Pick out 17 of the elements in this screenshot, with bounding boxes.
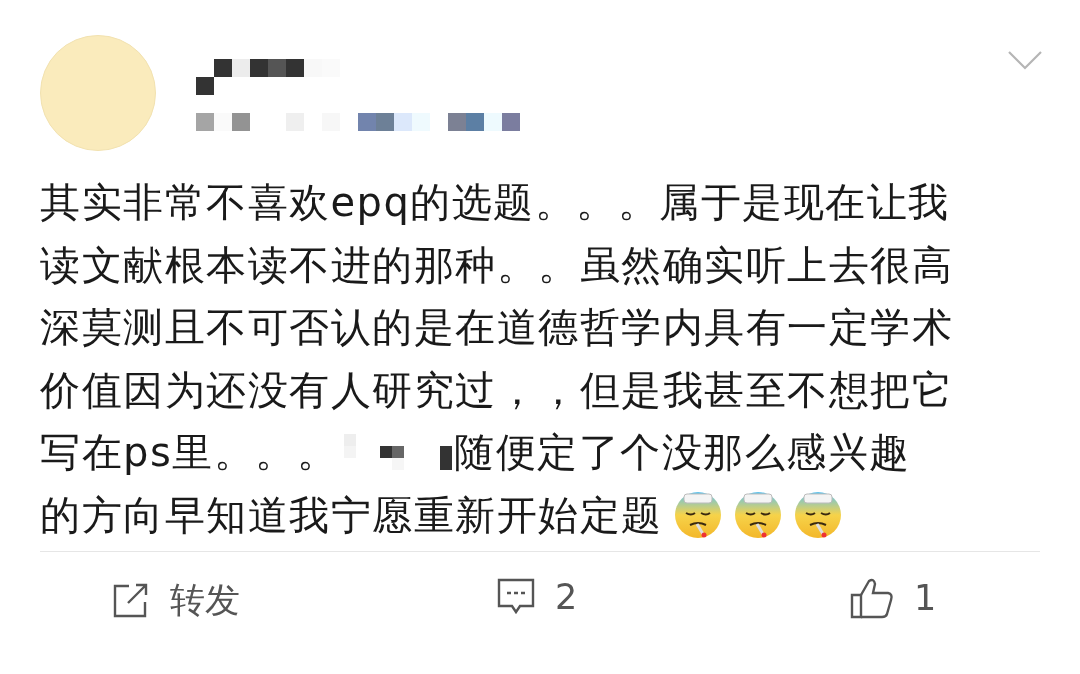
sick-face-icon [672,489,723,540]
post-text: 深莫测且不可否认的是在道德哲学内具有一定学术 [40,303,953,352]
sick-face-icon [732,489,783,540]
comment-button[interactable]: 2 [497,577,578,617]
post-text: 其实非常不喜欢epq的选题。。。属于是现在让我 [40,178,950,227]
like-button[interactable]: 1 [850,577,937,619]
sick-face-icon [792,489,843,540]
post-text: 的方向早知道我宁愿重新开始定题 [40,490,663,540]
comment-icon [497,578,535,616]
post-text: 读文献根本读不进的那种。。虽然确实听上去很高 [40,240,953,290]
chevron-down-icon[interactable] [1008,50,1042,70]
share-icon [112,582,150,619]
post-text: 随便定了个没那么感兴趣 [454,428,911,477]
thumbs-up-icon [850,577,894,619]
post-text: 写在ps里。。。 [40,428,339,477]
post-text: 价值因为还没有人研究过，，但是我甚至不想把它 [40,365,953,415]
repost-button[interactable]: 转发 [112,577,240,624]
